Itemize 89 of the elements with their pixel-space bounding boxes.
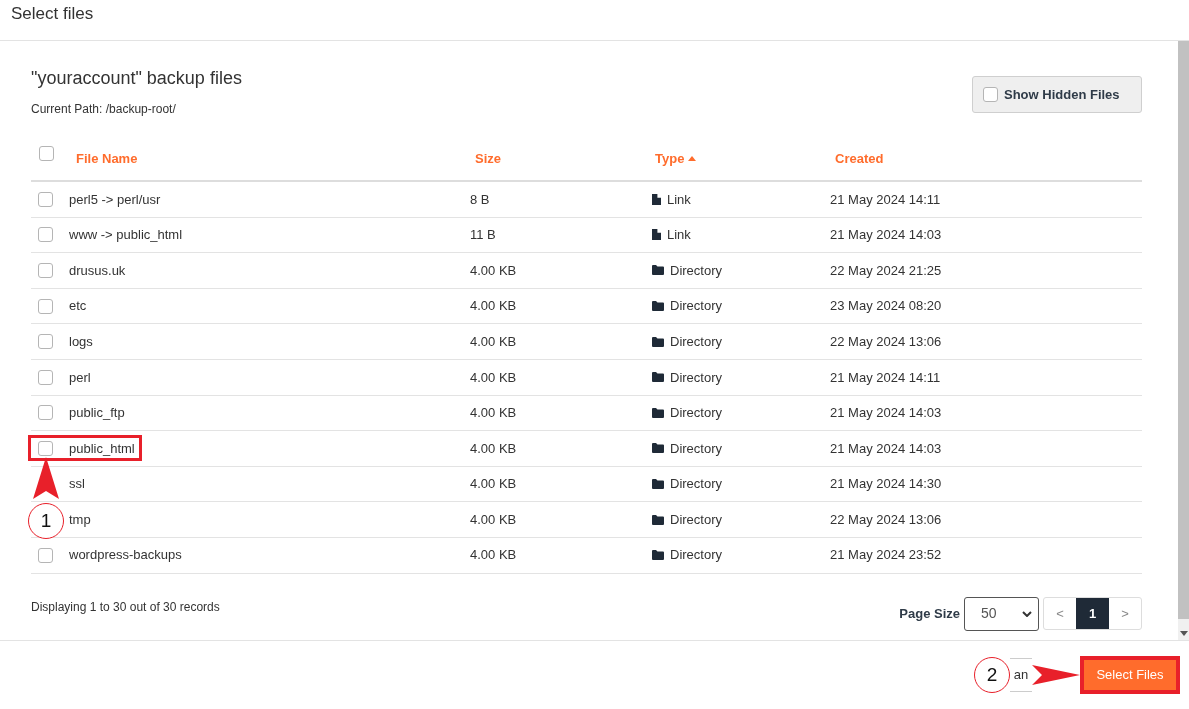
created-date: 21 May 2024 23:52 — [830, 547, 942, 563]
chevron-down-icon — [1022, 610, 1032, 617]
file-name: tmp — [69, 510, 91, 529]
current-path: Current Path: /backup-root/ — [31, 101, 177, 118]
file-size: 4.00 KB — [470, 405, 517, 421]
created-date: 21 May 2024 14:30 — [830, 476, 942, 492]
folder-icon — [652, 407, 664, 418]
created-date: 23 May 2024 08:20 — [830, 298, 942, 314]
select-files-button[interactable]: Select Files — [1084, 660, 1176, 690]
created-date: 22 May 2024 13:06 — [830, 511, 942, 527]
column-header[interactable]: Size — [475, 148, 501, 168]
file-type: Link — [667, 226, 691, 245]
row-checkbox[interactable] — [38, 263, 53, 278]
scrollbar[interactable] — [1178, 41, 1189, 640]
folder-icon — [652, 550, 664, 561]
page-size-select[interactable]: 50 — [964, 596, 1039, 631]
folder-icon — [652, 479, 664, 490]
created-date: 21 May 2024 14:11 — [830, 191, 941, 207]
select-all-checkbox[interactable] — [39, 146, 54, 161]
file-type: Directory — [670, 261, 722, 280]
file-size: 11 B — [470, 227, 496, 243]
folder-icon — [652, 336, 664, 347]
dialog-title: Select files — [11, 3, 94, 25]
file-type: Directory — [670, 439, 722, 458]
row-checkbox[interactable] — [38, 191, 53, 207]
created-date: 22 May 2024 13:06 — [830, 333, 942, 349]
hidden-files-checkbox[interactable] — [983, 87, 998, 102]
file-size: 4.00 KB — [470, 369, 517, 385]
sort-up-icon — [688, 155, 697, 161]
file-icon — [652, 229, 661, 241]
folder-icon — [652, 514, 664, 525]
folder-icon — [652, 443, 664, 454]
file-name: logs — [69, 332, 93, 351]
file-size: 4.00 KB — [470, 333, 517, 349]
created-date: 21 May 2024 14:03 — [830, 227, 942, 243]
file-type: Link — [667, 190, 691, 209]
panel-heading: "youraccount" backup files — [31, 67, 242, 90]
folder-icon — [652, 372, 664, 383]
row-checkbox[interactable] — [38, 405, 53, 421]
folder-icon — [652, 265, 664, 276]
file-size: 8 B — [470, 191, 490, 207]
cancel-button[interactable]: an — [1010, 658, 1032, 692]
file-size: 4.00 KB — [470, 440, 517, 456]
file-type: Directory — [670, 546, 722, 565]
file-name: etc — [69, 297, 87, 316]
column-header[interactable]: Type — [655, 148, 697, 168]
file-size: 4.00 KB — [470, 547, 517, 563]
previous-page-button[interactable]: < — [1044, 598, 1076, 630]
callout-number: 2 — [974, 657, 1010, 693]
created-date: 21 May 2024 14:11 — [830, 369, 941, 385]
row-checkbox[interactable] — [38, 227, 53, 243]
column-header[interactable]: File Name — [76, 148, 138, 168]
file-name: wordpress-backups — [69, 546, 182, 565]
file-type: Directory — [670, 297, 722, 316]
row-checkbox[interactable] — [38, 298, 53, 314]
next-page-button[interactable]: > — [1109, 598, 1141, 630]
show-hidden-files-button[interactable]: Show Hidden Files — [972, 76, 1142, 113]
created-date: 21 May 2024 14:03 — [830, 405, 942, 421]
file-name: www -> public_html — [69, 226, 183, 245]
file-name: drusus.uk — [69, 261, 126, 280]
file-type: Directory — [670, 368, 722, 387]
file-size: 4.00 KB — [470, 298, 517, 314]
file-name: public_ftp — [69, 404, 125, 423]
callout-number: 1 — [28, 503, 64, 539]
folder-icon — [652, 301, 664, 312]
column-header[interactable]: Created — [835, 148, 884, 168]
file-size: 4.00 KB — [470, 262, 517, 278]
file-name: perl — [69, 368, 91, 387]
row-checkbox[interactable] — [38, 369, 53, 385]
row-checkbox[interactable] — [38, 547, 53, 563]
scroll-down-icon[interactable] — [1179, 631, 1188, 636]
created-date: 21 May 2024 14:03 — [830, 440, 942, 456]
file-type: Directory — [670, 404, 722, 423]
file-size: 4.00 KB — [470, 476, 517, 492]
file-type: Directory — [670, 510, 722, 529]
file-type: Directory — [670, 332, 722, 351]
records-count: Displaying 1 to 30 out of 30 records — [31, 598, 220, 616]
file-name: ssl — [69, 475, 85, 494]
file-name: perl5 -> perl/usr — [69, 190, 161, 209]
file-size: 4.00 KB — [470, 511, 517, 527]
created-date: 22 May 2024 21:25 — [830, 262, 942, 278]
page-button[interactable]: 1 — [1076, 598, 1109, 630]
page-size-label: Page Size — [899, 604, 960, 623]
file-icon — [652, 193, 661, 205]
row-checkbox[interactable] — [38, 334, 53, 350]
file-type: Directory — [670, 475, 722, 494]
file-name: public_html — [69, 439, 135, 458]
arrow-right-icon — [1032, 663, 1080, 687]
row-checkbox[interactable] — [38, 440, 53, 456]
